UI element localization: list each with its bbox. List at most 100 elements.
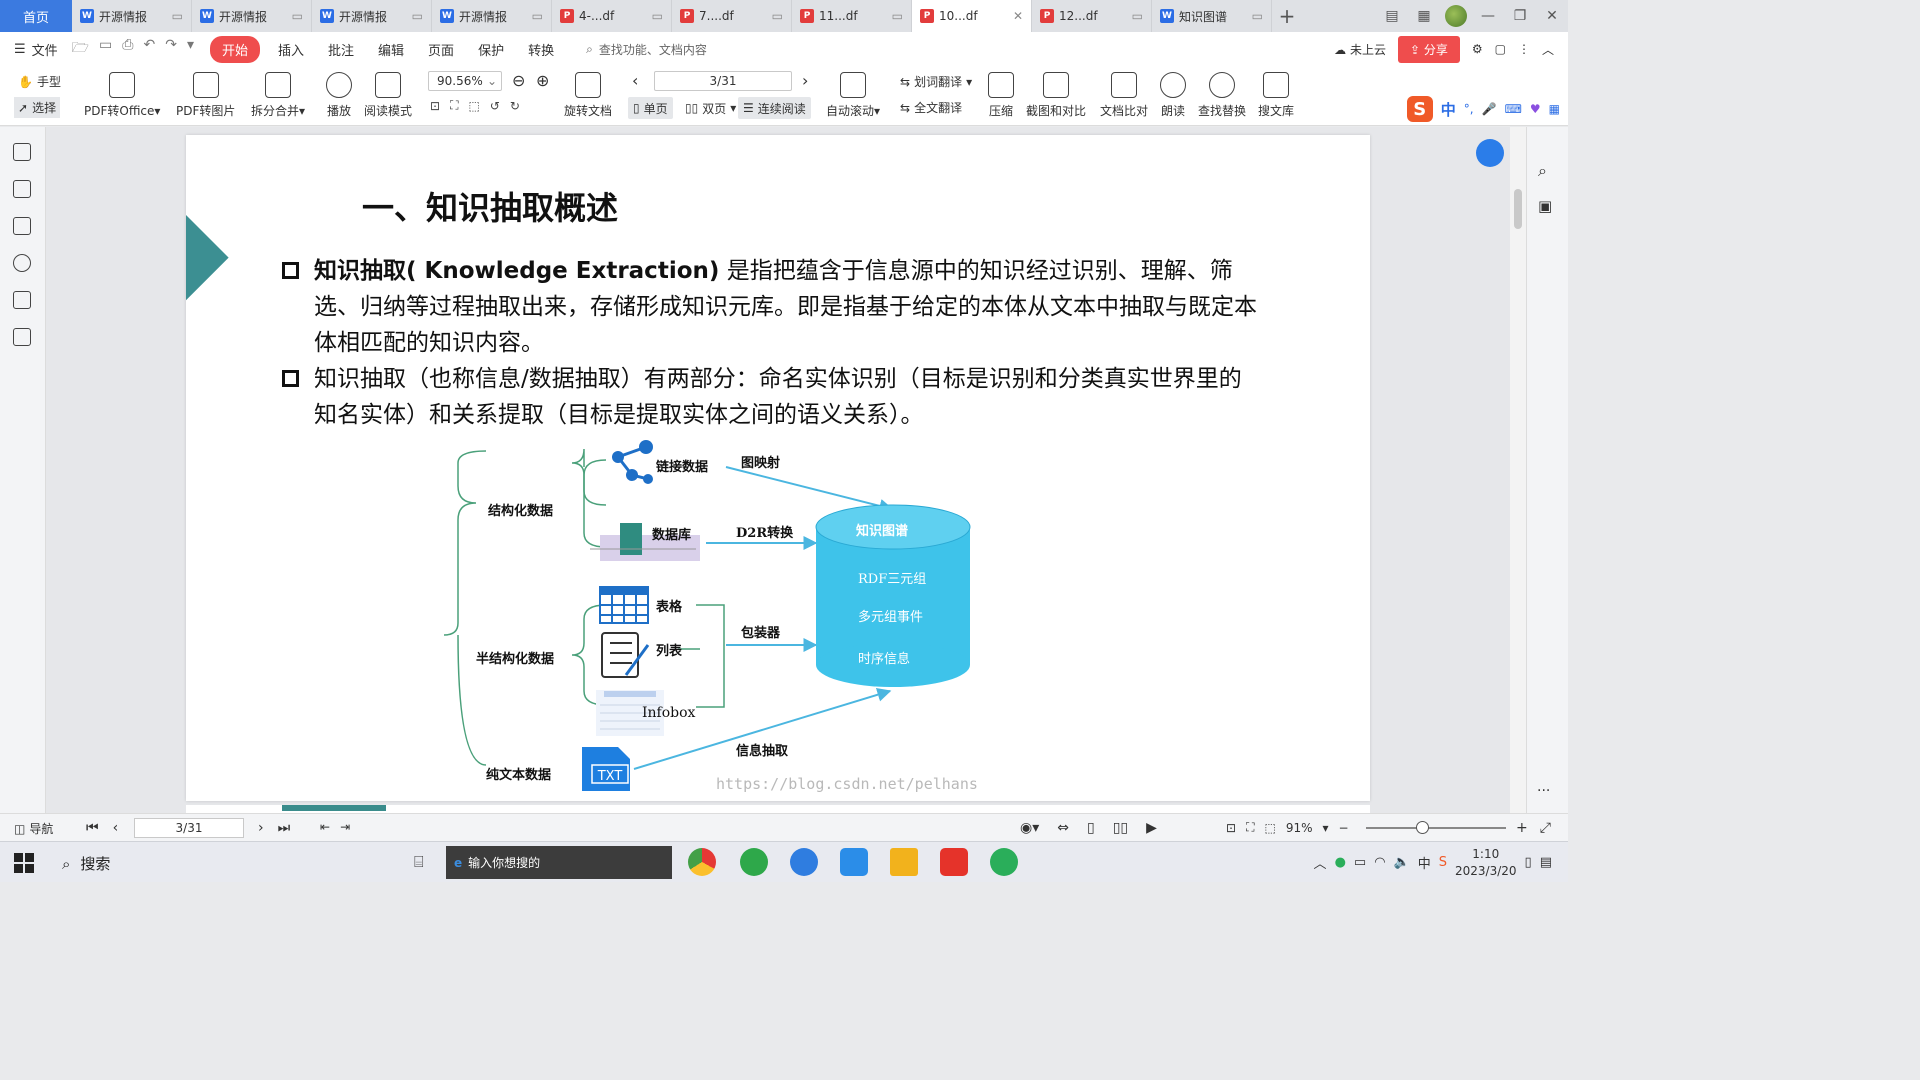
zoom-slider-knob[interactable] <box>1416 821 1429 834</box>
actual-size-icon[interactable]: ⊡ <box>430 99 440 113</box>
ribbon-tab[interactable]: 插入 <box>266 36 316 63</box>
hand-tool[interactable]: ✋ 手型 <box>18 73 61 90</box>
double-page-button[interactable]: ▯▯ 双页 ▾ <box>680 97 741 119</box>
wifi-icon[interactable]: ◠ <box>1374 855 1385 870</box>
document-tab[interactable]: W 开源情报 ▭ <box>72 0 192 32</box>
tab-status-icon[interactable]: ▭ <box>532 9 543 23</box>
show-desktop-icon[interactable]: ▯ <box>1525 855 1532 870</box>
sogou-logo-icon[interactable]: S <box>1406 96 1433 122</box>
avatar[interactable] <box>1440 0 1472 32</box>
fit-page-icon[interactable]: ⛶ <box>1246 820 1254 835</box>
battery-icon[interactable]: ▭ <box>1354 855 1366 870</box>
compress-button[interactable]: 压缩 <box>988 72 1014 119</box>
keyboard-icon[interactable]: ⌨ <box>1505 102 1522 116</box>
split-merge-button[interactable]: 拆分合并▾ <box>251 72 305 119</box>
cloud-status[interactable]: ☁ 未上云 <box>1334 41 1386 58</box>
pdf-to-office-button[interactable]: PDF转Office▾ <box>84 72 160 119</box>
ribbon-tab[interactable]: 开始 <box>209 35 260 63</box>
new-tab-button[interactable]: + <box>1272 0 1302 32</box>
restore-button[interactable]: ❐ <box>1504 0 1536 32</box>
ribbon-tab[interactable]: 转换 <box>516 36 566 63</box>
windows-start-icon[interactable] <box>14 853 34 873</box>
zoom-out-icon[interactable]: ⊖ <box>512 71 525 90</box>
tab-status-icon[interactable]: ▭ <box>652 9 663 23</box>
share-button[interactable]: ⇪ 分享 <box>1397 35 1460 63</box>
ime-grid-icon[interactable]: ▦ <box>1549 102 1560 116</box>
document-tab[interactable]: P 10...df ✕ <box>912 0 1032 32</box>
read-mode-button[interactable]: 阅读模式 <box>364 72 412 119</box>
next-page-icon[interactable]: › <box>802 71 808 90</box>
layers-icon[interactable] <box>13 328 31 346</box>
zoom-out-icon[interactable]: − <box>1339 821 1349 835</box>
tab-status-icon[interactable]: ▭ <box>292 9 303 23</box>
chrome-icon[interactable] <box>688 848 716 876</box>
skin-icon[interactable]: ♥ <box>1530 102 1541 116</box>
fit-page-icon[interactable]: ⛶ <box>450 98 458 113</box>
fullscreen-icon[interactable]: ⤢ <box>1540 820 1551 836</box>
collapse-ribbon-icon[interactable]: ︿ <box>1542 41 1554 58</box>
file-explorer-icon[interactable] <box>890 848 918 876</box>
browser-app-icon[interactable] <box>790 848 818 876</box>
read-aloud-button[interactable]: 朗读 <box>1160 72 1186 119</box>
full-translate-button[interactable]: ⇆ 全文翻译 <box>900 99 962 116</box>
tab-home[interactable]: 首页 <box>0 0 72 32</box>
prev-page-icon[interactable]: ‹ <box>632 71 638 90</box>
comment-icon[interactable]: ▢ <box>1495 42 1506 56</box>
open-icon[interactable]: 🗁 <box>72 37 89 61</box>
tab-overview-icon[interactable]: ▤ <box>1376 0 1408 32</box>
single-page-button[interactable]: ▯ 单页 <box>628 97 673 119</box>
browser-search-box[interactable]: e 输入你想搜的 <box>446 846 672 879</box>
tab-status-icon[interactable]: ▭ <box>172 9 183 23</box>
tab-status-icon[interactable]: ▭ <box>412 9 423 23</box>
signature-icon[interactable] <box>13 291 31 309</box>
page-input[interactable]: 3/31 <box>654 71 792 91</box>
tab-status-icon[interactable]: ▭ <box>772 9 783 23</box>
fit-icon[interactable]: ⬚ <box>1264 821 1275 835</box>
prev-page-icon[interactable]: ‹ <box>113 820 119 836</box>
punctuation-icon[interactable]: °, <box>1464 102 1474 116</box>
scroll-thumb[interactable] <box>1514 189 1522 229</box>
ribbon-tab[interactable]: 保护 <box>466 36 516 63</box>
vertical-scrollbar[interactable] <box>1510 127 1526 813</box>
undo-icon[interactable]: ↶ <box>143 37 155 61</box>
next-page-icon[interactable]: › <box>258 820 264 836</box>
zoom-slider[interactable] <box>1366 821 1506 834</box>
auto-scroll-button[interactable]: 自动滚动▾ <box>826 72 880 119</box>
document-tab[interactable]: W 知识图谱 ▭ <box>1152 0 1272 32</box>
document-tab[interactable]: W 开源情报 ▭ <box>432 0 552 32</box>
play-slideshow-icon[interactable]: ▶ <box>1146 820 1157 836</box>
thumbnail-icon[interactable] <box>13 180 31 198</box>
ribbon-tab[interactable]: 编辑 <box>366 36 416 63</box>
tab-status-icon[interactable]: ▭ <box>1252 9 1263 23</box>
more-dropdown-icon[interactable]: ▾ <box>187 37 194 61</box>
wechat-icon[interactable] <box>990 848 1018 876</box>
status-page-input[interactable]: 3/31 <box>134 818 244 838</box>
attachment-icon[interactable] <box>13 254 31 272</box>
microphone-icon[interactable]: 🎤 <box>1482 102 1497 116</box>
single-page-icon[interactable]: ▯ <box>1087 820 1095 836</box>
rotate-left-icon[interactable]: ↺ <box>490 99 500 113</box>
more-icon[interactable]: ··· <box>1537 783 1550 799</box>
screenshot-compare-button[interactable]: 截图和对比 <box>1026 72 1086 119</box>
ime-mode[interactable]: 中 <box>1441 99 1456 120</box>
redo-icon[interactable]: ↷ <box>165 37 177 61</box>
document-viewport[interactable]: 一、知识抽取概述 知识抽取( Knowledge Extraction) 是指把… <box>46 127 1510 813</box>
edge-icon[interactable] <box>740 848 768 876</box>
find-replace-button[interactable]: 查找替换 <box>1198 72 1246 119</box>
rotate-document-button[interactable]: 旋转文档 <box>564 72 612 119</box>
document-tab[interactable]: W 开源情报 ▭ <box>192 0 312 32</box>
tab-status-icon[interactable]: ▭ <box>1132 9 1143 23</box>
status-zoom-value[interactable]: 91% <box>1286 821 1313 835</box>
fit-width-icon[interactable]: ⇔ <box>1057 820 1069 836</box>
print-icon[interactable]: ⎙ <box>122 37 133 61</box>
rotate-right-icon[interactable]: ↻ <box>510 99 520 113</box>
word-translate-button[interactable]: ⇆ 划词翻译 ▾ <box>900 73 972 90</box>
document-compare-button[interactable]: 文档比对 <box>1100 72 1148 119</box>
document-tab[interactable]: W 开源情报 ▭ <box>312 0 432 32</box>
settings-icon[interactable]: ⚙ <box>1472 42 1483 56</box>
file-menu[interactable]: ☰ 文件 <box>0 40 72 59</box>
forward-icon[interactable]: ⇥ <box>340 820 350 834</box>
feishu-icon[interactable] <box>840 848 868 876</box>
library-side-icon[interactable]: ▣ <box>1538 197 1552 215</box>
close-tab-icon[interactable]: ✕ <box>1013 9 1023 23</box>
